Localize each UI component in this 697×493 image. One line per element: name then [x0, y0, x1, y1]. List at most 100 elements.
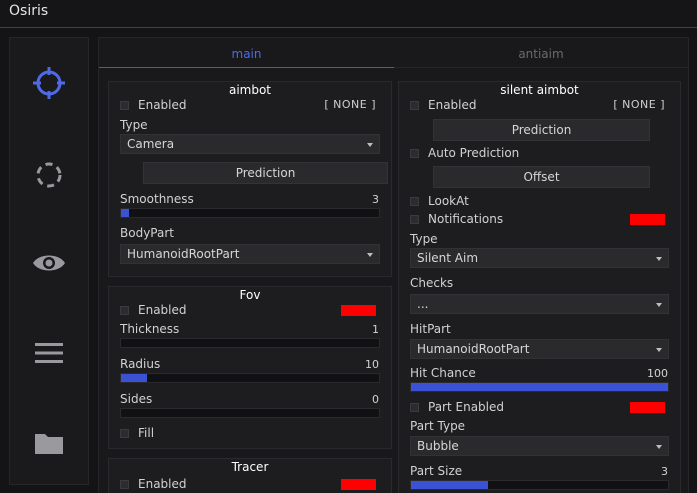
- bodypart-value: HumanoidRootPart: [127, 247, 240, 261]
- part-enabled-label: Part Enabled: [428, 400, 504, 414]
- chevron-down-icon: [656, 445, 662, 449]
- tracer-color-swatch[interactable]: [341, 479, 376, 490]
- sidebar-item-visuals[interactable]: [10, 238, 88, 288]
- hitpart-dropdown[interactable]: HumanoidRootPart: [410, 339, 669, 359]
- smoothness-value: 3: [372, 193, 379, 206]
- thickness-label: Thickness: [120, 322, 180, 336]
- title-bar: Osiris: [0, 0, 697, 28]
- thickness-value: 1: [372, 323, 379, 336]
- tracer-enabled-checkbox[interactable]: [120, 480, 129, 489]
- silent-enabled-checkbox[interactable]: [410, 101, 419, 110]
- notifications-color-swatch[interactable]: [630, 214, 665, 225]
- hitpart-value: HumanoidRootPart: [417, 342, 530, 356]
- sidebar-item-misc[interactable]: [10, 328, 88, 378]
- part-size-label: Part Size: [410, 464, 463, 478]
- tracer-enabled-label: Enabled: [138, 477, 187, 491]
- fov-fill-checkbox[interactable]: [120, 429, 129, 438]
- fov-fill-label: Fill: [138, 426, 155, 440]
- sides-label: Sides: [120, 392, 153, 406]
- offset-button[interactable]: Offset: [433, 166, 650, 188]
- checks-label: Checks: [410, 276, 454, 290]
- bodypart-dropdown[interactable]: HumanoidRootPart: [120, 244, 380, 264]
- fov-enabled-label: Enabled: [138, 303, 187, 317]
- silent-type-dropdown[interactable]: Silent Aim: [410, 248, 669, 268]
- part-size-slider[interactable]: [410, 480, 669, 490]
- bodypart-label: BodyPart: [120, 226, 174, 240]
- aimbot-enabled-checkbox[interactable]: [120, 101, 129, 110]
- checks-dropdown[interactable]: ...: [410, 294, 669, 314]
- silent-aimbot-panel: silent aimbot Enabled [ NONE ] Predictio…: [398, 81, 681, 493]
- chevron-down-icon: [656, 348, 662, 352]
- hitchance-slider-fill: [411, 383, 668, 391]
- fov-color-swatch[interactable]: [341, 305, 376, 316]
- aimbot-panel: aimbot Enabled [ NONE ] Type Camera Pred…: [108, 81, 392, 277]
- silent-type-label: Type: [410, 232, 438, 246]
- part-type-label: Part Type: [410, 419, 466, 433]
- sidebar-item-configs[interactable]: [10, 418, 88, 468]
- loading-spinner-icon: [36, 162, 62, 188]
- eye-icon: [33, 255, 65, 271]
- fov-title: Fov: [239, 288, 261, 302]
- chevron-down-icon: [656, 257, 662, 261]
- silent-keybind[interactable]: [ NONE ]: [613, 98, 665, 111]
- hitchance-value: 100: [647, 367, 668, 380]
- aimbot-type-dropdown[interactable]: Camera: [120, 134, 380, 154]
- part-type-dropdown[interactable]: Bubble: [410, 436, 669, 456]
- lookat-checkbox[interactable]: [410, 197, 419, 206]
- silent-prediction-button[interactable]: Prediction: [433, 119, 650, 141]
- smoothness-slider-fill: [121, 209, 129, 217]
- tab-antiaim[interactable]: antiaim: [394, 38, 688, 68]
- tab-main[interactable]: main: [99, 38, 394, 68]
- lookat-label: LookAt: [428, 194, 469, 208]
- tab-bar: main antiaim: [99, 38, 688, 68]
- aimbot-prediction-button[interactable]: Prediction: [143, 162, 388, 184]
- sidebar: [9, 37, 89, 485]
- aimbot-type-label: Type: [120, 118, 148, 132]
- part-size-value: 3: [661, 465, 668, 478]
- chevron-down-icon: [656, 303, 662, 307]
- chevron-down-icon: [367, 253, 373, 257]
- sides-slider[interactable]: [120, 408, 380, 418]
- part-type-value: Bubble: [417, 439, 459, 453]
- part-enabled-color-swatch[interactable]: [630, 402, 665, 413]
- smoothness-slider[interactable]: [120, 208, 380, 218]
- sides-value: 0: [372, 393, 379, 406]
- checks-value: ...: [417, 297, 429, 311]
- notifications-label: Notifications: [428, 212, 504, 226]
- aimbot-enabled-label: Enabled: [138, 98, 187, 112]
- fov-panel: Fov Enabled Thickness 1 Radius 10 Sides …: [108, 286, 392, 449]
- app-title: Osiris: [9, 3, 49, 19]
- crosshair-icon: [33, 67, 65, 99]
- part-size-slider-fill: [411, 481, 489, 489]
- chevron-down-icon: [367, 143, 373, 147]
- aimbot-title: aimbot: [228, 83, 272, 97]
- tracer-panel: Tracer Enabled: [108, 458, 392, 493]
- aimbot-keybind[interactable]: [ NONE ]: [324, 98, 376, 111]
- tab-divider: [394, 67, 688, 68]
- silent-type-value: Silent Aim: [417, 251, 479, 265]
- radius-slider-fill: [121, 374, 147, 382]
- part-enabled-checkbox[interactable]: [410, 403, 419, 412]
- aimbot-type-value: Camera: [127, 137, 175, 151]
- auto-prediction-label: Auto Prediction: [428, 146, 520, 160]
- active-tab-indicator: [99, 67, 394, 68]
- tracer-title: Tracer: [231, 460, 269, 474]
- hitchance-label: Hit Chance: [410, 366, 476, 380]
- sidebar-item-aimbot[interactable]: [10, 58, 88, 108]
- silent-aimbot-title: silent aimbot: [500, 83, 579, 97]
- hitpart-label: HitPart: [410, 322, 451, 336]
- title-divider: [0, 27, 697, 28]
- hitchance-slider[interactable]: [410, 382, 669, 392]
- radius-label: Radius: [120, 357, 161, 371]
- radius-value: 10: [365, 358, 379, 371]
- fov-enabled-checkbox[interactable]: [120, 306, 129, 315]
- thickness-slider[interactable]: [120, 338, 380, 348]
- silent-enabled-label: Enabled: [428, 98, 477, 112]
- auto-prediction-checkbox[interactable]: [410, 149, 419, 158]
- radius-slider[interactable]: [120, 373, 380, 383]
- sidebar-item-loading[interactable]: [10, 150, 88, 200]
- menu-icon: [35, 343, 63, 363]
- notifications-checkbox[interactable]: [410, 215, 419, 224]
- main-content: main antiaim aimbot Enabled [ NONE ] Typ…: [98, 37, 689, 493]
- folder-icon: [35, 434, 63, 454]
